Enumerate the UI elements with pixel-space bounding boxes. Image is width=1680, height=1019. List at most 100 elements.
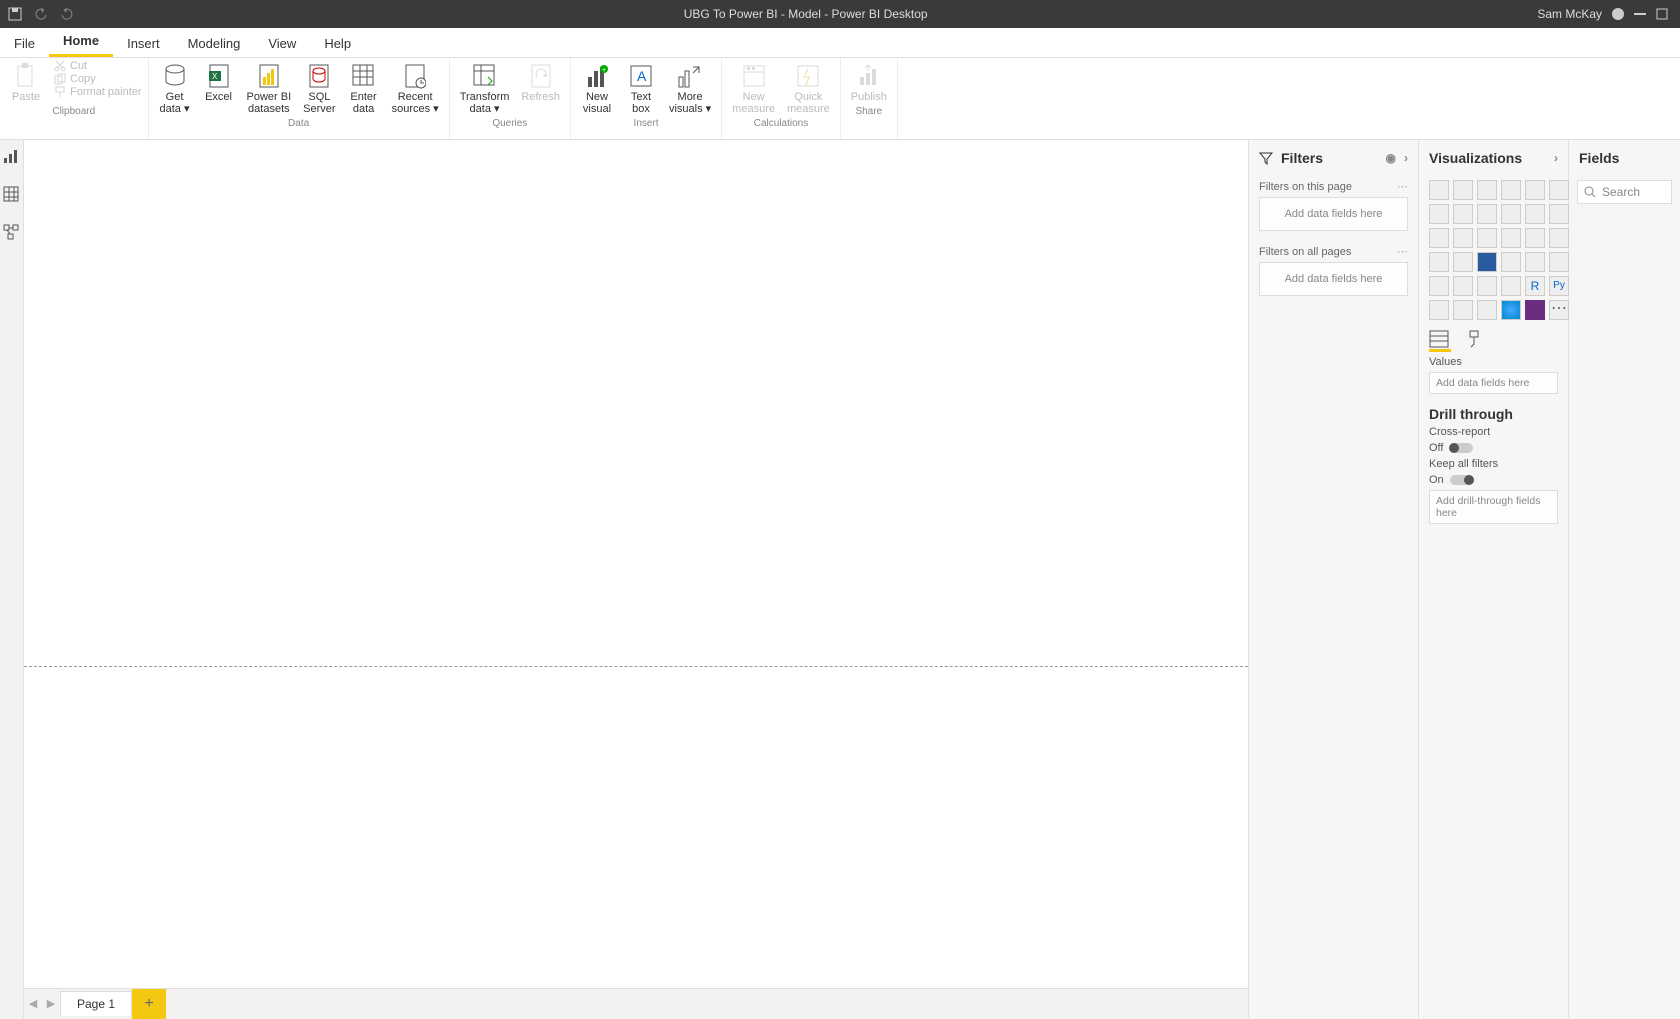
excel-button[interactable]: X Excel <box>199 60 239 105</box>
menu-modeling[interactable]: Modeling <box>174 30 255 57</box>
maximize-icon[interactable] <box>1656 8 1668 20</box>
viz-area-icon[interactable] <box>1453 204 1473 224</box>
keep-filters-toggle[interactable] <box>1450 475 1474 485</box>
transform-data-button[interactable]: Transformdata ▾ <box>456 60 514 117</box>
viz-card-icon[interactable] <box>1525 252 1545 272</box>
page-prev-icon[interactable]: ◀ <box>24 997 42 1010</box>
viz-stacked-bar-icon[interactable] <box>1429 180 1449 200</box>
viz-100-bar-icon[interactable] <box>1525 180 1545 200</box>
filters-on-page-label: Filters on this page <box>1259 181 1352 193</box>
viz-r-icon[interactable]: R <box>1525 276 1545 296</box>
sql-server-button[interactable]: SQLServer <box>299 60 339 117</box>
model-view-icon[interactable] <box>3 224 21 242</box>
save-icon[interactable] <box>8 7 22 21</box>
svg-text:+: + <box>602 67 606 74</box>
visualizations-title: Visualizations <box>1429 150 1522 166</box>
recent-sources-icon <box>401 62 429 90</box>
fields-search[interactable]: Search <box>1577 180 1672 204</box>
viz-clustered-bar-icon[interactable] <box>1477 180 1497 200</box>
menu-file[interactable]: File <box>0 30 49 57</box>
viz-donut-icon[interactable] <box>1525 228 1545 248</box>
drill-fields-drop[interactable]: Add drill-through fields here <box>1429 490 1558 524</box>
viz-pie-icon[interactable] <box>1501 228 1521 248</box>
menu-help[interactable]: Help <box>310 30 365 57</box>
viz-matrix-icon[interactable] <box>1501 276 1521 296</box>
data-view-icon[interactable] <box>3 186 21 204</box>
redo-icon[interactable] <box>60 7 74 21</box>
add-page-button[interactable]: + <box>132 989 166 1019</box>
filters-on-page-drop[interactable]: Add data fields here <box>1259 197 1408 231</box>
menubar: File Home Insert Modeling View Help <box>0 28 1680 58</box>
viz-collapse-icon[interactable]: › <box>1554 151 1558 165</box>
viz-custom1-icon[interactable] <box>1501 300 1521 320</box>
text-box-button[interactable]: A Textbox <box>621 60 661 117</box>
viz-stacked-column-icon[interactable] <box>1453 180 1473 200</box>
viz-qa-icon[interactable] <box>1477 300 1497 320</box>
more-visuals-button[interactable]: Morevisuals ▾ <box>665 60 715 117</box>
user-name[interactable]: Sam McKay <box>1537 7 1602 21</box>
ribbon-group-data: Getdata ▾ X Excel Power BIdatasets SQLSe… <box>149 58 450 139</box>
filters-on-all-drop[interactable]: Add data fields here <box>1259 262 1408 296</box>
search-icon <box>1584 186 1596 198</box>
text-box-icon: A <box>627 62 655 90</box>
enter-data-button[interactable]: Enterdata <box>344 60 384 117</box>
viz-key-influencers-icon[interactable] <box>1429 300 1449 320</box>
pbi-datasets-button[interactable]: Power BIdatasets <box>243 60 296 117</box>
get-data-button[interactable]: Getdata ▾ <box>155 60 195 117</box>
more-icon[interactable]: ⋯ <box>1397 245 1408 258</box>
menu-insert[interactable]: Insert <box>113 30 174 57</box>
viz-waterfall-icon[interactable] <box>1429 228 1449 248</box>
viz-py-icon[interactable]: Py <box>1549 276 1569 296</box>
viz-more-icon[interactable]: ⋯ <box>1549 300 1569 320</box>
menu-view[interactable]: View <box>254 30 310 57</box>
cross-report-toggle[interactable] <box>1449 443 1473 453</box>
report-canvas[interactable] <box>24 140 1248 988</box>
viz-line-stacked-column-icon[interactable] <box>1501 204 1521 224</box>
values-drop[interactable]: Add data fields here <box>1429 372 1558 394</box>
viz-scatter-icon[interactable] <box>1477 228 1497 248</box>
filters-visibility-icon[interactable]: ◉ <box>1386 151 1396 165</box>
format-icon[interactable] <box>1465 330 1487 352</box>
undo-icon[interactable] <box>34 7 48 21</box>
publish-icon <box>855 62 883 90</box>
viz-100-column-icon[interactable] <box>1549 180 1569 200</box>
page-tab-1[interactable]: Page 1 <box>60 991 132 1016</box>
fields-search-placeholder: Search <box>1602 185 1640 199</box>
viz-kpi-icon[interactable] <box>1429 276 1449 296</box>
viz-shape-map-icon[interactable] <box>1477 252 1497 272</box>
more-icon[interactable]: ⋯ <box>1397 180 1408 193</box>
pbi-datasets-icon <box>255 62 283 90</box>
report-view-icon[interactable] <box>3 148 21 166</box>
viz-slicer-icon[interactable] <box>1453 276 1473 296</box>
fields-well-icon[interactable] <box>1429 330 1451 352</box>
user-avatar-icon[interactable] <box>1612 8 1624 20</box>
filters-on-all-label: Filters on all pages <box>1259 246 1351 258</box>
viz-powerapps-icon[interactable] <box>1525 300 1545 320</box>
filters-title: Filters <box>1281 150 1323 166</box>
viz-stacked-area-icon[interactable] <box>1477 204 1497 224</box>
viz-gauge-icon[interactable] <box>1501 252 1521 272</box>
viz-decomposition-icon[interactable] <box>1453 300 1473 320</box>
menu-home[interactable]: Home <box>49 27 113 57</box>
viz-line-clustered-column-icon[interactable] <box>1525 204 1545 224</box>
recent-sources-button[interactable]: Recentsources ▾ <box>388 60 443 117</box>
new-visual-button[interactable]: + Newvisual <box>577 60 617 117</box>
quick-measure-button: Quickmeasure <box>783 60 834 117</box>
filters-collapse-icon[interactable]: › <box>1404 151 1408 165</box>
viz-map-icon[interactable] <box>1429 252 1449 272</box>
viz-funnel-icon[interactable] <box>1453 228 1473 248</box>
viz-treemap-icon[interactable] <box>1549 228 1569 248</box>
viz-table-icon[interactable] <box>1477 276 1497 296</box>
minimize-icon[interactable] <box>1634 13 1646 15</box>
viz-multi-card-icon[interactable] <box>1549 252 1569 272</box>
viz-filled-map-icon[interactable] <box>1453 252 1473 272</box>
paste-icon <box>12 62 40 90</box>
visualizations-panel: Visualizations › <box>1418 140 1568 1018</box>
keep-filters-label: Keep all filters <box>1419 456 1568 472</box>
page-next-icon[interactable]: ▶ <box>42 997 60 1010</box>
quick-measure-icon <box>794 62 822 90</box>
publish-button: Publish <box>847 60 891 105</box>
viz-ribbon-icon[interactable] <box>1549 204 1569 224</box>
viz-clustered-column-icon[interactable] <box>1501 180 1521 200</box>
viz-line-icon[interactable] <box>1429 204 1449 224</box>
